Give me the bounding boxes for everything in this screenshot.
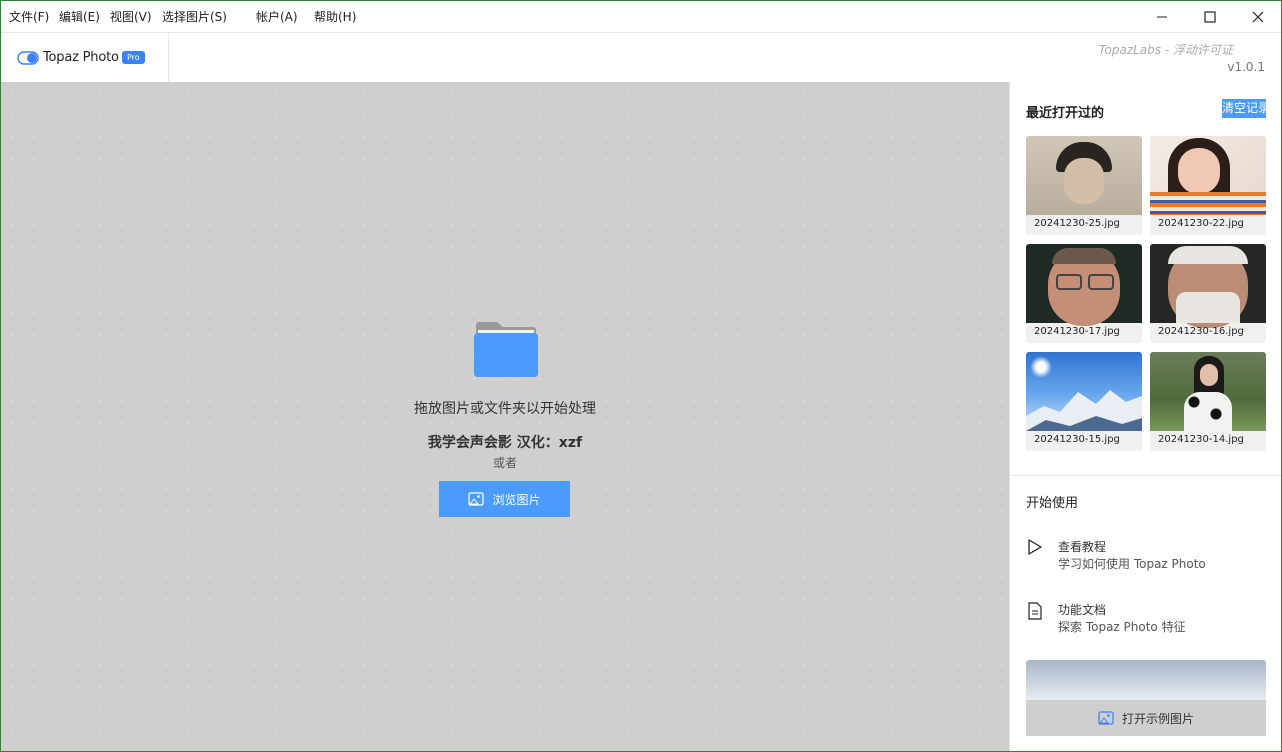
app-logo-text: Topaz Photo [43, 50, 119, 65]
image-icon [1098, 711, 1114, 725]
minimize-icon [1157, 16, 1167, 17]
browse-images-button[interactable]: 浏览图片 [439, 481, 570, 517]
docs-link[interactable]: 功能文档 探索 Topaz Photo 特征 [1026, 601, 1266, 641]
recent-file-5[interactable]: 20241230-15.jpg [1026, 352, 1142, 451]
open-sample-image-button[interactable]: 打开示例图片 [1026, 700, 1266, 736]
menu-file[interactable]: 文件(F) [9, 8, 49, 25]
browse-images-label: 浏览图片 [492, 492, 541, 507]
sidebar-divider [1010, 475, 1281, 476]
thumbnail-image [1150, 352, 1266, 431]
recent-file-name: 20241230-25.jpg [1034, 218, 1120, 229]
folder-icon [474, 322, 538, 377]
open-sample-image-label: 打开示例图片 [1121, 711, 1194, 726]
app-window: 文件(F) 编辑(E) 视图(V) 选择图片(S) 帐户(A) 帮助(H) To… [0, 0, 1282, 752]
menu-select-image[interactable]: 选择图片(S) [162, 8, 227, 25]
docs-title: 功能文档 [1058, 603, 1107, 617]
sample-image-preview [1026, 660, 1266, 700]
minimize-button[interactable] [1138, 1, 1186, 32]
recent-file-name: 20241230-15.jpg [1034, 434, 1120, 445]
recent-file-2[interactable]: 20241230-22.jpg [1150, 136, 1266, 235]
maximize-icon [1204, 10, 1216, 23]
drop-instruction: 拖放图片或文件夹以开始处理 [414, 401, 596, 417]
thumbnail-image [1150, 136, 1266, 215]
recent-file-name: 20241230-17.jpg [1034, 326, 1120, 337]
license-text: TopazLabs - 浮动许可证 [1098, 43, 1233, 57]
credit-text: 我学会声会影 汉化：xzf [427, 435, 583, 451]
recent-file-6[interactable]: 20241230-14.jpg [1150, 352, 1266, 451]
sidebar: 最近打开过的 清空记录 20241230-25.jpg 20241230-22.… [1009, 82, 1281, 751]
menu-edit[interactable]: 编辑(E) [59, 8, 100, 25]
close-button[interactable] [1234, 1, 1281, 32]
image-icon [468, 492, 485, 506]
recent-title: 最近打开过的 [1026, 106, 1105, 121]
recent-file-name: 20241230-16.jpg [1158, 326, 1244, 337]
menu-account[interactable]: 帐户(A) [256, 8, 298, 25]
clear-history-button[interactable]: 清空记录 [1222, 99, 1266, 118]
version-text: v1.0.1 [1227, 60, 1265, 74]
recent-file-4[interactable]: 20241230-16.jpg [1150, 244, 1266, 343]
or-text: 或者 [492, 456, 517, 470]
recent-file-name: 20241230-22.jpg [1158, 218, 1244, 229]
tutorial-subtitle: 学习如何使用 Topaz Photo [1058, 557, 1206, 571]
document-icon [1028, 602, 1042, 620]
thumbnail-image [1150, 244, 1266, 328]
thumbnail-image [1026, 136, 1142, 215]
toggle-logo-icon [17, 51, 39, 65]
thumbnail-image [1026, 352, 1142, 431]
recent-file-1[interactable]: 20241230-25.jpg [1026, 136, 1142, 235]
menu-help[interactable]: 帮助(H) [314, 8, 356, 25]
play-icon [1028, 539, 1042, 555]
thumbnail-image [1026, 244, 1142, 326]
drop-area[interactable]: 拖放图片或文件夹以开始处理 我学会声会影 汉化：xzf 或者 浏览图片 [1, 82, 1009, 751]
recent-file-3[interactable]: 20241230-17.jpg [1026, 244, 1142, 343]
maximize-button[interactable] [1186, 1, 1234, 32]
docs-subtitle: 探索 Topaz Photo 特征 [1058, 620, 1186, 634]
app-header: Topaz Photo Pro TopazLabs - 浮动许可证 v1.0.1 [1, 32, 1281, 83]
tutorial-title: 查看教程 [1058, 540, 1107, 554]
pro-badge: Pro [122, 51, 145, 64]
recent-file-name: 20241230-14.jpg [1158, 434, 1244, 445]
close-icon [1252, 11, 1264, 22]
tutorial-link[interactable]: 查看教程 学习如何使用 Topaz Photo [1026, 538, 1266, 578]
menu-view[interactable]: 视图(V) [110, 8, 152, 25]
menu-bar: 文件(F) 编辑(E) 视图(V) 选择图片(S) 帐户(A) 帮助(H) [1, 1, 1281, 32]
logo-area: Topaz Photo Pro [1, 33, 169, 82]
get-started-title: 开始使用 [1026, 496, 1079, 511]
